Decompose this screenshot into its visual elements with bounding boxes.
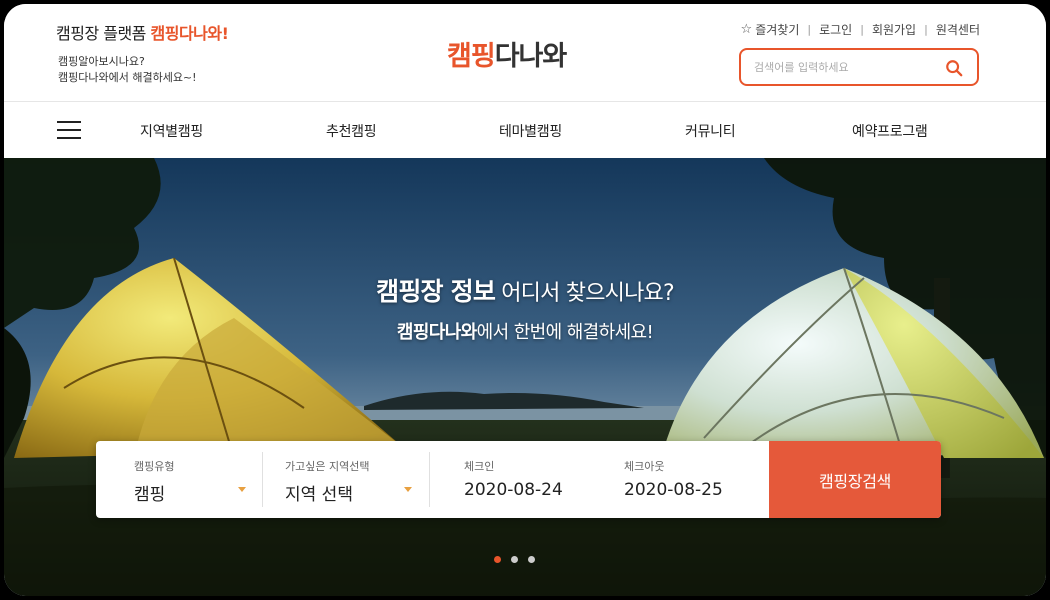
nav-item-reservation[interactable]: 예약프로그램 <box>852 121 928 141</box>
hero-subtitle: 캠핑다나와에서 한번에 해결하세요! <box>4 318 1046 344</box>
tagline: 캠핑장 플랫폼 캠핑다나와! <box>56 20 229 44</box>
login-link[interactable]: 로그인 <box>819 21 852 38</box>
hero-banner: 캠핑장 정보 어디서 찾으시나요? 캠핑다나와에서 한번에 해결하세요! 캠핑유… <box>4 158 1046 596</box>
divider: | <box>924 23 928 36</box>
nav-item-theme[interactable]: 테마별캠핑 <box>499 121 562 141</box>
checkin-date-field[interactable]: 체크인 2020-08-24 <box>430 441 590 518</box>
camping-type-label: 캠핑유형 <box>134 460 175 473</box>
tagline-prefix: 캠핑장 플랫폼 <box>56 24 146 43</box>
carousel-dot-3[interactable] <box>528 556 535 563</box>
header-subtext: 캠핑알아보시나요? 캠핑다나와에서 해결하세요~! <box>58 54 197 86</box>
divider: | <box>860 23 864 36</box>
subtext-line-2: 캠핑다나와에서 해결하세요~! <box>58 71 197 84</box>
hero-title: 캠핑장 정보 어디서 찾으시나요? <box>4 272 1046 308</box>
camping-type-select[interactable]: 캠핑유형 캠핑 <box>96 441 262 518</box>
hero-title-bold: 캠핑장 정보 <box>376 277 496 306</box>
logo-part-1: 캠핑 <box>447 41 496 72</box>
tagline-highlight: 캠핑다나와! <box>150 24 229 43</box>
logo-part-2: 다나와 <box>494 41 568 72</box>
checkin-value: 2020-08-24 <box>464 480 563 500</box>
subtext-line-1: 캠핑알아보시나요? <box>58 55 145 68</box>
checkin-label: 체크인 <box>464 460 495 473</box>
utility-links: ☆ 즐겨찾기 | 로그인 | 회원가입 | 원격센터 <box>741 21 980 38</box>
carousel-dot-2[interactable] <box>511 556 518 563</box>
divider: | <box>807 23 812 36</box>
hero-background-image <box>4 158 1046 596</box>
nav-item-recommended[interactable]: 추천캠핑 <box>326 121 377 141</box>
carousel-dot-1[interactable] <box>494 556 501 563</box>
search-box <box>739 48 979 86</box>
nav-item-community[interactable]: 커뮤니티 <box>685 121 736 141</box>
checkout-date-field[interactable]: 체크아웃 2020-08-25 <box>590 441 768 518</box>
site-logo[interactable]: 캠핑다나와 <box>447 34 568 73</box>
carousel-indicators <box>494 556 535 563</box>
region-value: 지역 선택 <box>285 485 353 505</box>
hero-sub-light: 에서 한번에 해결하세요! <box>476 322 654 343</box>
booking-search-bar: 캠핑유형 캠핑 가고싶은 지역선택 지역 선택 체크인 2020-08-24 체… <box>96 441 941 518</box>
site-header: 캠핑장 플랫폼 캠핑다나와! 캠핑알아보시나요? 캠핑다나와에서 해결하세요~!… <box>4 4 1046 102</box>
menu-icon[interactable] <box>57 121 81 139</box>
nav-item-region[interactable]: 지역별캠핑 <box>140 121 203 141</box>
region-label: 가고싶은 지역선택 <box>285 460 370 473</box>
main-nav: 지역별캠핑 추천캠핑 테마별캠핑 커뮤니티 예약프로그램 <box>4 102 1046 158</box>
hero-sub-bold: 캠핑다나와 <box>396 322 477 343</box>
star-icon: ☆ <box>740 22 753 37</box>
favorites-link[interactable]: 즐겨찾기 <box>755 21 799 38</box>
camping-search-button[interactable]: 캠핑장검색 <box>769 441 941 518</box>
remote-center-link[interactable]: 원격센터 <box>936 21 980 38</box>
app-frame: 캠핑장 플랫폼 캠핑다나와! 캠핑알아보시나요? 캠핑다나와에서 해결하세요~!… <box>4 4 1046 596</box>
search-icon[interactable] <box>945 59 963 77</box>
chevron-down-icon <box>238 487 246 492</box>
chevron-down-icon <box>404 487 412 492</box>
search-input[interactable] <box>754 58 934 76</box>
region-select[interactable]: 가고싶은 지역선택 지역 선택 <box>263 441 429 518</box>
hero-title-light: 어디서 찾으시나요? <box>495 281 674 306</box>
camping-type-value: 캠핑 <box>134 485 166 505</box>
checkout-value: 2020-08-25 <box>624 480 723 500</box>
signup-link[interactable]: 회원가입 <box>872 21 916 38</box>
checkout-label: 체크아웃 <box>624 460 665 473</box>
